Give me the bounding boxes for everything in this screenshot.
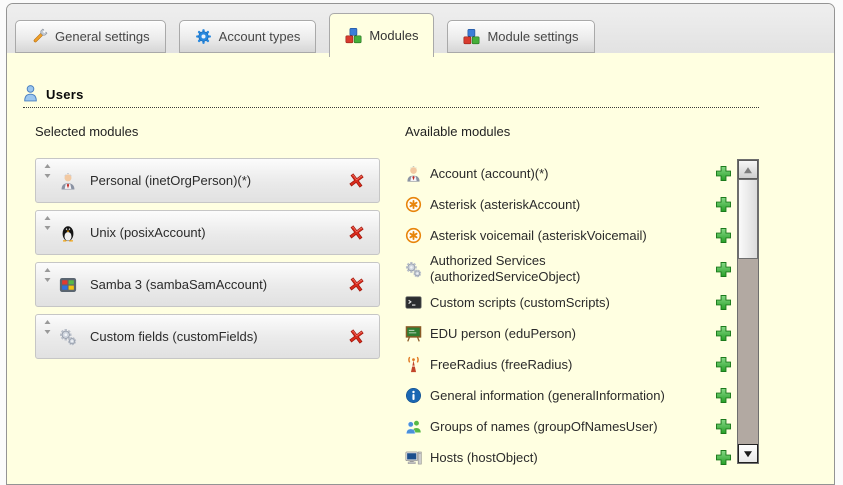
scroll-down-button[interactable] bbox=[738, 444, 758, 463]
add-module-button[interactable] bbox=[715, 261, 732, 278]
available-module-row: Authorized Services (authorizedServiceOb… bbox=[405, 251, 732, 287]
drag-handle-icon[interactable] bbox=[43, 164, 52, 178]
tux-icon bbox=[59, 224, 77, 242]
terminal-icon bbox=[405, 294, 422, 311]
gears-icon bbox=[405, 261, 422, 278]
module-label: Asterisk (asteriskAccount) bbox=[430, 197, 698, 213]
module-label: Authorized Services (authorizedServiceOb… bbox=[430, 253, 698, 285]
modules-icon bbox=[345, 27, 362, 44]
available-module-row: Custom scripts (customScripts) bbox=[405, 287, 732, 318]
module-label: Asterisk voicemail (asteriskVoicemail) bbox=[430, 228, 698, 244]
available-modules-column: Available modules Account (account)(*) As… bbox=[405, 124, 767, 473]
tab-bar: General settings Account types Modules Modu… bbox=[7, 4, 834, 53]
available-module-row: EDU person (eduPerson) bbox=[405, 318, 732, 349]
configuration-window: General settings Account types Modules Modu… bbox=[6, 3, 835, 485]
add-module-button[interactable] bbox=[715, 165, 732, 182]
asterisk-icon bbox=[405, 196, 422, 213]
modules-tab-content: Users Selected modules Personal (inetOrg… bbox=[7, 53, 834, 484]
available-modules-list: Account (account)(*) Asterisk (asteriskAc… bbox=[405, 158, 732, 473]
person-icon bbox=[59, 172, 77, 190]
remove-module-button[interactable] bbox=[347, 275, 366, 294]
selected-modules-column: Selected modules Personal (inetOrgPerson… bbox=[35, 124, 380, 366]
module-label: Account (account)(*) bbox=[430, 166, 698, 182]
module-label: FreeRadius (freeRadius) bbox=[430, 357, 698, 373]
modules-icon bbox=[463, 28, 480, 45]
add-module-button[interactable] bbox=[715, 294, 732, 311]
available-module-row: Groups of names (groupOfNamesUser) bbox=[405, 411, 732, 442]
board-icon bbox=[405, 325, 422, 342]
tab-label: Account types bbox=[219, 29, 301, 44]
selected-module-row[interactable]: Custom fields (customFields) bbox=[35, 314, 380, 359]
tab-label: Modules bbox=[369, 28, 418, 43]
selected-module-row[interactable]: Samba 3 (sambaSamAccount) bbox=[35, 262, 380, 307]
tab-module-settings[interactable]: Module settings bbox=[447, 20, 594, 53]
add-module-button[interactable] bbox=[715, 325, 732, 342]
available-modules-scrollbar[interactable] bbox=[737, 159, 759, 464]
add-module-button[interactable] bbox=[715, 196, 732, 213]
wrench-icon bbox=[31, 28, 48, 45]
module-label: Groups of names (groupOfNamesUser) bbox=[430, 419, 698, 435]
scrollbar-thumb[interactable] bbox=[738, 179, 758, 259]
available-module-row: Asterisk voicemail (asteriskVoicemail) bbox=[405, 220, 732, 251]
tab-modules[interactable]: Modules bbox=[329, 13, 434, 57]
module-label: Personal (inetOrgPerson)(*) bbox=[90, 173, 347, 188]
drag-handle-icon[interactable] bbox=[43, 320, 52, 334]
available-module-row: Asterisk (asteriskAccount) bbox=[405, 189, 732, 220]
drag-handle-icon[interactable] bbox=[43, 268, 52, 282]
module-label: Unix (posixAccount) bbox=[90, 225, 347, 240]
user-icon bbox=[23, 84, 38, 102]
add-module-button[interactable] bbox=[715, 449, 732, 466]
module-label: Custom scripts (customScripts) bbox=[430, 295, 698, 311]
selected-module-row[interactable]: Unix (posixAccount) bbox=[35, 210, 380, 255]
gear-icon bbox=[195, 28, 212, 45]
windows-icon bbox=[59, 276, 77, 294]
antenna-icon bbox=[405, 356, 422, 373]
tab-label: General settings bbox=[55, 29, 150, 44]
tab-general-settings[interactable]: General settings bbox=[15, 20, 166, 53]
gears-icon bbox=[59, 328, 77, 346]
add-module-button[interactable] bbox=[715, 356, 732, 373]
drag-handle-icon[interactable] bbox=[43, 216, 52, 230]
available-module-row: General information (generalInformation) bbox=[405, 380, 732, 411]
group-icon bbox=[405, 418, 422, 435]
host-icon bbox=[405, 449, 422, 466]
module-label: EDU person (eduPerson) bbox=[430, 326, 698, 342]
remove-module-button[interactable] bbox=[347, 327, 366, 346]
section-title: Users bbox=[46, 87, 84, 102]
module-label: Samba 3 (sambaSamAccount) bbox=[90, 277, 347, 292]
available-module-row: Account (account)(*) bbox=[405, 158, 732, 189]
tab-account-types[interactable]: Account types bbox=[179, 20, 317, 53]
add-module-button[interactable] bbox=[715, 418, 732, 435]
asterisk-icon bbox=[405, 227, 422, 244]
remove-module-button[interactable] bbox=[347, 171, 366, 190]
scroll-up-button[interactable] bbox=[738, 160, 758, 179]
add-module-button[interactable] bbox=[715, 387, 732, 404]
available-module-row: Hosts (hostObject) bbox=[405, 442, 732, 473]
add-module-button[interactable] bbox=[715, 227, 732, 244]
info-icon bbox=[405, 387, 422, 404]
remove-module-button[interactable] bbox=[347, 223, 366, 242]
module-label: General information (generalInformation) bbox=[430, 388, 698, 404]
available-module-row: FreeRadius (freeRadius) bbox=[405, 349, 732, 380]
module-label: Hosts (hostObject) bbox=[430, 450, 698, 466]
tab-label: Module settings bbox=[487, 29, 578, 44]
module-label: Custom fields (customFields) bbox=[90, 329, 347, 344]
available-modules-header: Available modules bbox=[405, 124, 767, 139]
person-icon bbox=[405, 165, 422, 182]
users-section-header: Users bbox=[23, 84, 759, 108]
selected-module-row[interactable]: Personal (inetOrgPerson)(*) bbox=[35, 158, 380, 203]
selected-modules-list: Personal (inetOrgPerson)(*) Unix (posixAc… bbox=[35, 158, 380, 359]
selected-modules-header: Selected modules bbox=[35, 124, 380, 139]
